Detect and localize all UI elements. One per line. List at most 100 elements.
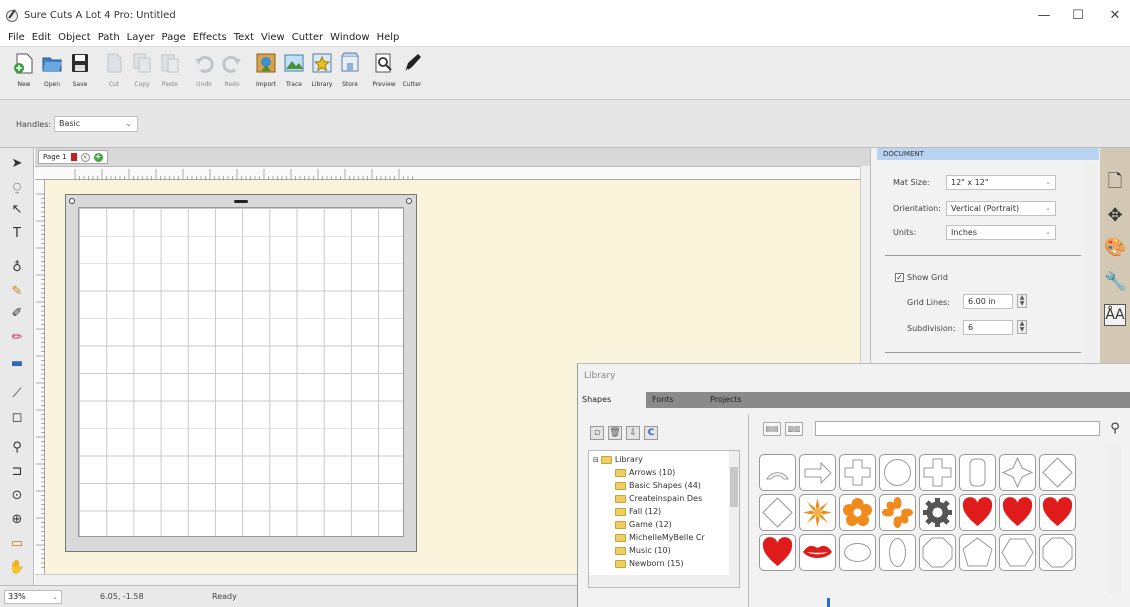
units-select[interactable]: Inches ⌄: [946, 225, 1056, 240]
document-icon[interactable]: 🗋: [1104, 170, 1126, 194]
rectangle-tool-icon[interactable]: ◻: [6, 408, 28, 428]
refresh-icon[interactable]: C: [644, 426, 658, 440]
document-panel-scrollbar[interactable]: [1085, 162, 1097, 362]
import-folder-icon[interactable]: ⇩: [626, 426, 640, 440]
select-arrow-icon[interactable]: ➤: [6, 154, 28, 174]
shape-tile[interactable]: [759, 534, 796, 571]
tree-item-michellemybelle[interactable]: MichelleMyBelle Cr: [615, 533, 705, 542]
store-button[interactable]: Store: [338, 51, 362, 99]
eyedropper-icon[interactable]: ⚲: [6, 438, 28, 458]
tree-item-fall[interactable]: Fall (12): [615, 507, 661, 516]
shape-tile[interactable]: [1039, 454, 1076, 491]
orientation-select[interactable]: Vertical (Portrait) ⌄: [946, 201, 1056, 216]
copy-button[interactable]: Copy: [130, 51, 154, 99]
menu-effects[interactable]: Effects: [191, 30, 232, 46]
shape-tile[interactable]: [799, 454, 836, 491]
handles-select[interactable]: Basic ⌄: [54, 116, 138, 132]
palette-icon[interactable]: 🎨: [1104, 236, 1126, 260]
tree-item-createinspain[interactable]: Createinspain Des: [615, 494, 702, 503]
large-icons-view-icon[interactable]: ▤▤: [763, 422, 781, 436]
shape-tile[interactable]: [959, 494, 996, 531]
menu-window[interactable]: Window: [328, 30, 374, 46]
scrollbar-thumb[interactable]: [730, 467, 738, 507]
pen-tool-icon[interactable]: ♁: [6, 258, 28, 278]
zoom-tool-icon[interactable]: ⊕: [6, 510, 28, 530]
tree-item-basic-shapes[interactable]: Basic Shapes (44): [615, 481, 701, 490]
shape-tile[interactable]: [839, 454, 876, 491]
move-arrows-icon[interactable]: ✥: [1104, 204, 1126, 228]
tab-projects[interactable]: Projects: [706, 392, 774, 408]
node-edit-icon[interactable]: ⍜: [6, 178, 28, 198]
menu-path[interactable]: Path: [96, 30, 125, 46]
shape-tile[interactable]: [879, 494, 916, 531]
shape-size-slider[interactable]: [759, 598, 1089, 607]
minimize-button[interactable]: —: [1029, 6, 1059, 26]
pencil-tool-icon[interactable]: ✎: [6, 282, 28, 302]
show-grid-checkbox[interactable]: ✓: [895, 273, 904, 282]
maximize-button[interactable]: ☐: [1063, 6, 1093, 26]
menu-layer[interactable]: Layer: [125, 30, 160, 46]
shape-tile[interactable]: [999, 454, 1036, 491]
tab-shapes[interactable]: Shapes: [578, 392, 646, 408]
text-tool-icon[interactable]: T: [6, 224, 28, 244]
menu-file[interactable]: File: [6, 30, 30, 46]
shape-tile[interactable]: [799, 494, 836, 531]
redo-button[interactable]: Redo: [220, 51, 244, 99]
collapse-icon[interactable]: ⊟: [593, 456, 599, 464]
library-tree[interactable]: ⊟ Library Arrows (10) Basic Shapes (44) …: [588, 450, 740, 588]
tree-item-music[interactable]: Music (10): [615, 546, 671, 555]
shape-tile[interactable]: [959, 454, 996, 491]
grid-lines-input[interactable]: 6.00 in: [963, 294, 1013, 309]
undo-button[interactable]: Undo: [192, 51, 216, 99]
shape-tile[interactable]: [759, 454, 796, 491]
shape-tile[interactable]: [1039, 494, 1076, 531]
shape-grid-scrollbar[interactable]: [1109, 444, 1121, 594]
shape-tile[interactable]: [1039, 534, 1076, 571]
pan-hand-icon[interactable]: ✋: [6, 558, 28, 578]
connector-tool-icon[interactable]: ⊐: [6, 462, 28, 482]
shape-tile[interactable]: [959, 534, 996, 571]
library-search-input[interactable]: [815, 421, 1100, 436]
add-page-icon[interactable]: +: [93, 152, 103, 162]
library-button[interactable]: Library: [310, 51, 334, 99]
tree-item-newborn[interactable]: Newborn (15): [615, 559, 684, 568]
grid-lines-stepper[interactable]: ▲ ▼: [1017, 294, 1027, 308]
tab-fonts[interactable]: Fonts: [648, 392, 704, 408]
close-button[interactable]: ✕: [1100, 6, 1130, 26]
shape-tool-icon[interactable]: ▬: [6, 354, 28, 374]
shape-tile[interactable]: [839, 534, 876, 571]
slider-thumb[interactable]: [827, 598, 830, 607]
delete-icon[interactable]: 🗑: [608, 426, 622, 440]
menu-help[interactable]: Help: [375, 30, 405, 46]
shape-tile[interactable]: [999, 494, 1036, 531]
page-tab[interactable]: Page 1 × +: [38, 150, 108, 164]
menu-object[interactable]: Object: [56, 30, 96, 46]
target-tool-icon[interactable]: ⊙: [6, 486, 28, 506]
menu-edit[interactable]: Edit: [30, 30, 56, 46]
tree-item-arrows[interactable]: Arrows (10): [615, 468, 675, 477]
text-style-icon[interactable]: ÅA: [1104, 304, 1126, 326]
mat-size-select[interactable]: 12" x 12" ⌄: [946, 175, 1056, 190]
new-folder-icon[interactable]: ▫: [590, 426, 604, 440]
tree-vertical-scrollbar[interactable]: [729, 451, 739, 575]
trace-button[interactable]: Trace: [282, 51, 306, 99]
knife-tool-icon[interactable]: ⟋: [6, 384, 28, 404]
subdivision-input[interactable]: 6: [963, 320, 1013, 335]
subdivision-stepper[interactable]: ▲ ▼: [1017, 320, 1027, 334]
tree-horizontal-scrollbar[interactable]: [589, 575, 739, 587]
menu-text[interactable]: Text: [232, 30, 259, 46]
new-button[interactable]: New: [12, 51, 36, 99]
preview-button[interactable]: Preview: [372, 51, 396, 99]
search-icon[interactable]: ⚲: [1106, 420, 1124, 438]
menu-page[interactable]: Page: [160, 30, 191, 46]
close-page-icon[interactable]: ×: [80, 152, 90, 162]
brush-tool-icon[interactable]: ✐: [6, 304, 28, 324]
shape-tile[interactable]: [999, 534, 1036, 571]
shape-tile[interactable]: [839, 494, 876, 531]
shape-tile[interactable]: [919, 454, 956, 491]
menu-cutter[interactable]: Cutter: [290, 30, 328, 46]
shape-tile[interactable]: [919, 494, 956, 531]
save-button[interactable]: Save: [68, 51, 92, 99]
tree-item-game[interactable]: Game (12): [615, 520, 672, 529]
direct-select-icon[interactable]: ↖: [6, 200, 28, 220]
